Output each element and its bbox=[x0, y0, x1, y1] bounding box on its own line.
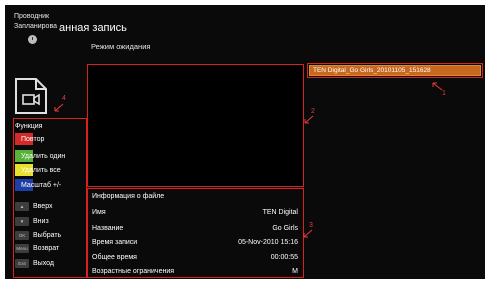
exit-key-icon: Exit bbox=[15, 259, 29, 268]
menu-key-icon: Menu bbox=[15, 244, 29, 253]
annotation-4: 4 bbox=[62, 95, 66, 102]
color-key-red[interactable]: Повтор bbox=[15, 133, 44, 145]
ok-key-icon: OK bbox=[15, 231, 29, 240]
info-row-record-time: Время записи 05-Nov-2010 15:16 bbox=[92, 239, 298, 246]
info-value: TEN Digital bbox=[262, 209, 298, 216]
color-key-green[interactable]: Удалить один bbox=[15, 150, 65, 162]
nav-key-up[interactable]: ▲ Вверх bbox=[15, 201, 53, 212]
nav-key-down-label: Вниз bbox=[33, 218, 49, 225]
nav-key-ok[interactable]: OK Выбрать bbox=[15, 230, 61, 241]
info-value: 05-Nov-2010 15:16 bbox=[238, 239, 298, 246]
annotation-1-arrow bbox=[432, 82, 443, 91]
function-title: Функция bbox=[15, 123, 43, 130]
info-value: Go Girls bbox=[272, 225, 298, 232]
info-value: 00:00:55 bbox=[270, 254, 298, 261]
preview-highlight bbox=[87, 64, 304, 187]
blue-key-label: Масштаб +/- bbox=[21, 181, 62, 189]
info-label: Имя bbox=[92, 209, 106, 216]
yellow-key-label: Удалить все bbox=[21, 166, 61, 174]
annotation-3: 3 bbox=[309, 222, 313, 229]
page-title: анная запись bbox=[59, 22, 127, 34]
nav-key-exit[interactable]: Exit Выход bbox=[15, 258, 54, 269]
down-key-icon: ▼ bbox=[15, 217, 29, 226]
screen: Проводник Запланирова анная запись Режим… bbox=[5, 5, 485, 279]
nav-key-exit-label: Выход bbox=[33, 260, 54, 267]
red-key-label: Повтор bbox=[21, 135, 45, 143]
nav-key-menu[interactable]: Menu Возврат bbox=[15, 243, 59, 254]
file-list-item-selected[interactable]: TEN Digital_Go Girls_20101105_151628 bbox=[309, 65, 481, 76]
file-info-highlight bbox=[87, 188, 304, 278]
status-text: Режим ожидания bbox=[91, 42, 151, 51]
annotation-3-arrow bbox=[303, 229, 313, 238]
up-key-icon: ▲ bbox=[15, 202, 29, 211]
file-info-title-text: Информация о файле bbox=[92, 193, 165, 200]
annotation-1: 1 bbox=[442, 90, 446, 97]
nav-key-ok-label: Выбрать bbox=[33, 232, 62, 239]
breadcrumb: Проводник bbox=[14, 13, 50, 20]
color-key-yellow[interactable]: Удалить все bbox=[15, 164, 61, 176]
info-label: Название bbox=[92, 225, 124, 232]
nav-key-menu-label: Возврат bbox=[33, 245, 60, 252]
breadcrumb-sub: Запланирова bbox=[14, 23, 57, 30]
annotation-2-arrow bbox=[304, 115, 314, 124]
nav-key-up-label: Вверх bbox=[33, 203, 53, 210]
info-row-name: Имя TEN Digital bbox=[92, 209, 298, 216]
green-key-label: Удалить один bbox=[21, 152, 66, 160]
info-label: Время записи bbox=[92, 239, 138, 246]
annotation-4-arrow bbox=[54, 103, 64, 112]
info-label: Общее время bbox=[92, 254, 137, 261]
info-row-rating: Возрастные ограничения M bbox=[92, 268, 298, 275]
info-row-title: Название Go Girls bbox=[92, 225, 298, 232]
nav-key-down[interactable]: ▼ Вниз bbox=[15, 216, 49, 227]
video-file-icon bbox=[15, 78, 47, 114]
clock-icon bbox=[28, 35, 37, 44]
info-label: Возрастные ограничения bbox=[92, 268, 175, 275]
info-value: M bbox=[292, 268, 298, 275]
annotation-2: 2 bbox=[311, 108, 315, 115]
color-key-blue[interactable]: Масштаб +/- bbox=[15, 179, 61, 191]
info-row-duration: Общее время 00:00:55 bbox=[92, 254, 298, 261]
file-info-title: Информация о файле bbox=[92, 193, 298, 200]
